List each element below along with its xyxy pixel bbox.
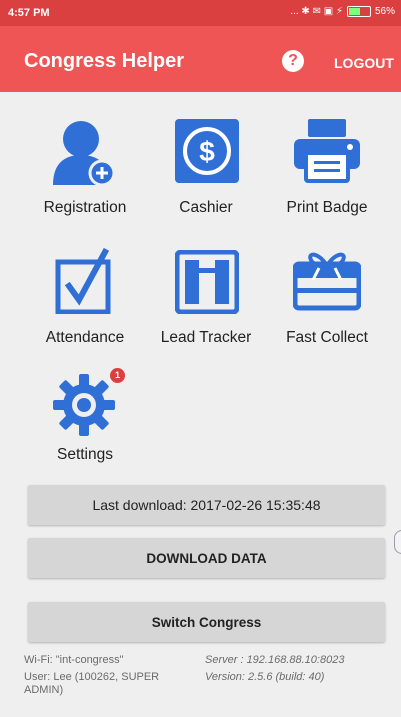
add-user-icon — [53, 121, 116, 187]
checkbox-icon — [55, 248, 111, 314]
printer-icon — [294, 119, 360, 183]
switch-congress-button[interactable]: Switch Congress — [28, 602, 385, 642]
registration-label: Registration — [43, 199, 127, 216]
help-icon[interactable]: ? — [282, 50, 304, 72]
cashier-tile[interactable]: $ Cashier — [146, 115, 266, 220]
fast-collect-label: Fast Collect — [286, 329, 368, 346]
attendance-tile[interactable]: Attendance — [25, 248, 145, 353]
edge-handle[interactable] — [394, 530, 401, 554]
status-bar: 4:57 PM ... ✱ ✉ ▣ ⚡ 56% — [0, 0, 401, 26]
cashier-label: Cashier — [179, 199, 233, 216]
app-title: Congress Helper — [24, 50, 185, 72]
gift-card-icon — [293, 252, 361, 311]
battery-level: 56% — [374, 6, 395, 17]
last-download-button[interactable]: Last download: 2017-02-26 15:35:48 — [28, 485, 385, 525]
user-info: User: Lee (100262, SUPER ADMIN) — [24, 671, 160, 696]
registration-tile[interactable]: Registration — [25, 115, 145, 220]
settings-label: Settings — [56, 446, 113, 463]
attendance-label: Attendance — [45, 329, 125, 346]
download-data-button[interactable]: DOWNLOAD DATA — [28, 538, 385, 578]
wifi-info: Wi-Fi: "int-congress" — [24, 654, 124, 666]
server-info: Server : 192.168.88.10:8023 — [205, 654, 345, 666]
dollar-icon: $ — [175, 119, 239, 183]
gear-icon — [53, 374, 115, 436]
print-badge-label: Print Badge — [286, 199, 368, 216]
fast-collect-tile[interactable]: Fast Collect — [267, 248, 387, 353]
battery-icon — [346, 6, 371, 17]
logout-button[interactable]: LOGOUT — [334, 55, 394, 71]
status-time: 4:57 PM — [8, 7, 50, 19]
status-indicator-icons: ... ✱ ✉ ▣ ⚡ — [290, 6, 343, 17]
version-info: Version: 2.5.6 (build: 40) — [205, 671, 325, 683]
settings-tile[interactable]: 1 Settings — [25, 368, 145, 468]
lead-tracker-icon — [175, 250, 239, 314]
lead-tracker-label: Lead Tracker — [160, 329, 252, 346]
lead-tracker-tile[interactable]: Lead Tracker — [146, 248, 266, 353]
svg-text:$: $ — [199, 136, 215, 167]
status-icons: ... ✱ ✉ ▣ ⚡ 56% — [290, 6, 395, 17]
settings-notification-badge: 1 — [110, 368, 125, 383]
app-bar: Congress Helper ? LOGOUT — [0, 26, 401, 92]
print-badge-tile[interactable]: Print Badge — [267, 115, 387, 220]
